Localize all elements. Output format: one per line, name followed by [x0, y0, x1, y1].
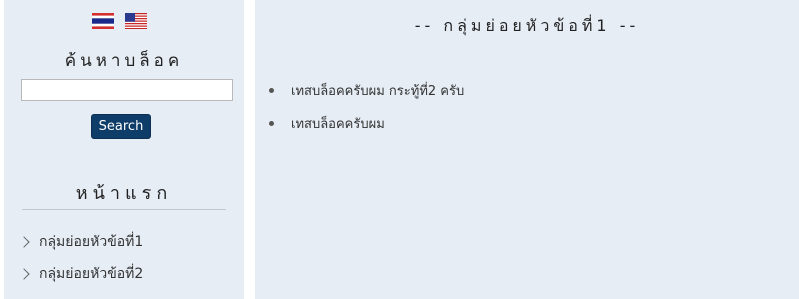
search-heading: ค้นหาบล็อค	[64, 51, 184, 71]
search-input[interactable]	[21, 79, 233, 101]
main-content: -- กลุ่มย่อยหัวข้อที่1 -- เทสบล็อคครับผม…	[255, 0, 799, 299]
list-item[interactable]: เทสบล็อคครับผม กระทู้ที่2 ครับ	[269, 74, 464, 107]
list-item[interactable]: เทสบล็อคครับผม	[269, 107, 464, 140]
bullet-icon	[269, 88, 274, 93]
post-list: เทสบล็อคครับผม กระทู้ที่2 ครับ เทสบล็อคค…	[269, 74, 464, 140]
chevron-right-icon	[18, 268, 30, 280]
home-title[interactable]: หน้าแรก	[4, 178, 244, 207]
page-title: -- กลุ่มย่อยหัวข้อที่1 --	[414, 16, 640, 35]
sidebar: ค้นหาบล็อค Search หน้าแรก กลุ่มย่อยหัวข้…	[4, 0, 244, 299]
thai-flag-icon[interactable]	[92, 13, 114, 29]
language-switcher	[92, 13, 147, 29]
post-link[interactable]: เทสบล็อคครับผม	[291, 113, 385, 134]
divider	[22, 209, 226, 210]
category-list: กลุ่มย่อยหัวข้อที่1 กลุ่มย่อยหัวข้อที่2	[18, 226, 143, 290]
search-button[interactable]: Search	[91, 114, 151, 139]
us-flag-icon[interactable]	[125, 13, 147, 29]
category-label[interactable]: กลุ่มย่อยหัวข้อที่2	[39, 263, 143, 285]
bullet-icon	[269, 121, 274, 126]
category-item[interactable]: กลุ่มย่อยหัวข้อที่1	[18, 226, 143, 258]
chevron-right-icon	[18, 236, 30, 248]
category-item[interactable]: กลุ่มย่อยหัวข้อที่2	[18, 258, 143, 290]
post-link[interactable]: เทสบล็อคครับผม กระทู้ที่2 ครับ	[291, 80, 464, 101]
category-label[interactable]: กลุ่มย่อยหัวข้อที่1	[39, 231, 143, 253]
